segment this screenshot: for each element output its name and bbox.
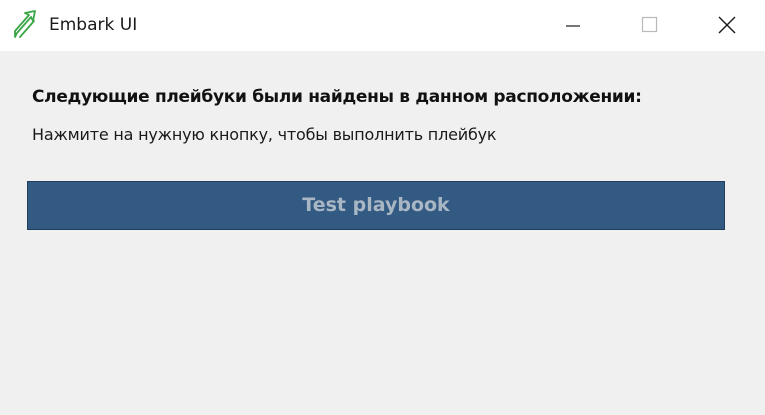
- instruction-text: Нажмите на нужную кнопку, чтобы выполнит…: [32, 125, 497, 144]
- maximize-icon: [641, 16, 658, 33]
- main-content: Следующие плейбуки были найдены в данном…: [0, 51, 765, 415]
- run-playbook-button[interactable]: Test playbook: [27, 181, 725, 230]
- minimize-icon: [566, 25, 580, 27]
- page-heading: Следующие плейбуки были найдены в данном…: [32, 87, 642, 107]
- title-bar: Embark UI: [0, 0, 765, 51]
- app-window: Embark UI Следующие плейбуки были найден…: [0, 0, 765, 415]
- minimize-button[interactable]: [535, 0, 611, 51]
- close-button[interactable]: [687, 0, 763, 51]
- close-icon: [718, 16, 736, 34]
- window-title: Embark UI: [49, 15, 138, 35]
- maximize-button[interactable]: [611, 0, 687, 51]
- embark-logo-icon: [12, 9, 38, 39]
